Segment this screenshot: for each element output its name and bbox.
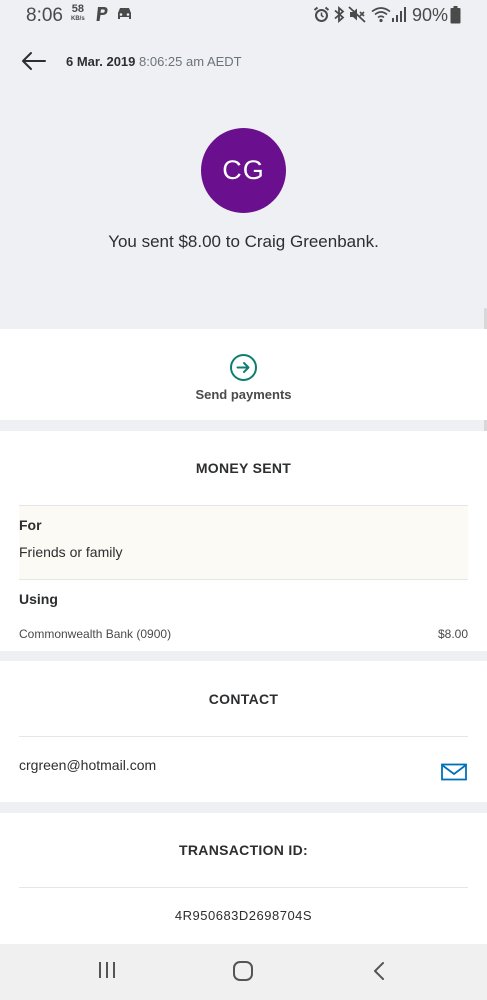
purpose-panel: [19, 506, 468, 580]
alarm-icon: [313, 6, 330, 22]
network-speed: 58 KB/s: [71, 3, 85, 24]
divider: [19, 579, 468, 580]
transaction-date: 6 Mar. 2019: [66, 54, 136, 69]
divider: [19, 736, 468, 737]
wifi-icon: [371, 7, 391, 23]
battery-icon: [450, 6, 461, 24]
send-payments-action[interactable]: Send payments: [0, 329, 487, 420]
signal-icon: [392, 7, 406, 22]
funding-source: Commonwealth Bank (0900): [19, 627, 172, 641]
transaction-id-title: TRANSACTION ID:: [179, 842, 308, 858]
money-sent-section: MONEY SENT For Friends or family Using C…: [0, 431, 487, 651]
transaction-id-section: TRANSACTION ID: 4R950683D2698704S: [0, 813, 487, 944]
money-sent-title: MONEY SENT: [195, 460, 292, 476]
divider: [19, 887, 468, 888]
recent-apps-icon[interactable]: [97, 960, 117, 980]
mute-icon: [348, 6, 366, 23]
mail-icon[interactable]: [441, 763, 467, 781]
home-icon[interactable]: [232, 960, 254, 982]
system-navigation-bar: [0, 944, 487, 1000]
send-payments-label[interactable]: Send payments: [0, 387, 487, 402]
payment-summary: You sent $8.00 to Craig Greenbank.: [108, 232, 379, 251]
status-time: 8:06: [26, 5, 63, 26]
transaction-time: 8:06:25 am AEDT: [139, 54, 242, 69]
network-speed-value: 58: [71, 3, 84, 15]
contact-email: crgreen@hotmail.com: [19, 757, 157, 773]
status-bar: 8:06 58 KB/s 90%: [0, 0, 487, 30]
contact-title: CONTACT: [208, 691, 279, 707]
network-speed-unit: KB/s: [71, 16, 85, 22]
bluetooth-icon: [334, 6, 345, 23]
back-arrow-icon[interactable]: [20, 51, 46, 71]
battery-percentage: 90%: [412, 5, 449, 25]
transaction-header: 6 Mar. 2019 8:06:25 am AEDT: [0, 30, 487, 90]
avatar-initials: CG: [222, 155, 265, 185]
back-icon[interactable]: [371, 960, 387, 982]
send-arrow-icon[interactable]: [229, 353, 258, 382]
funding-amount: $8.00: [437, 627, 468, 641]
transaction-id-value: 4R950683D2698704S: [174, 908, 313, 923]
for-value: Friends or family: [19, 544, 123, 560]
contact-section: CONTACT crgreen@hotmail.com: [0, 661, 487, 802]
recipient-avatar: CG: [201, 128, 286, 213]
for-label: For: [19, 517, 42, 533]
paypal-icon: [96, 7, 108, 21]
using-label: Using: [19, 591, 58, 607]
car-icon: [118, 8, 131, 19]
